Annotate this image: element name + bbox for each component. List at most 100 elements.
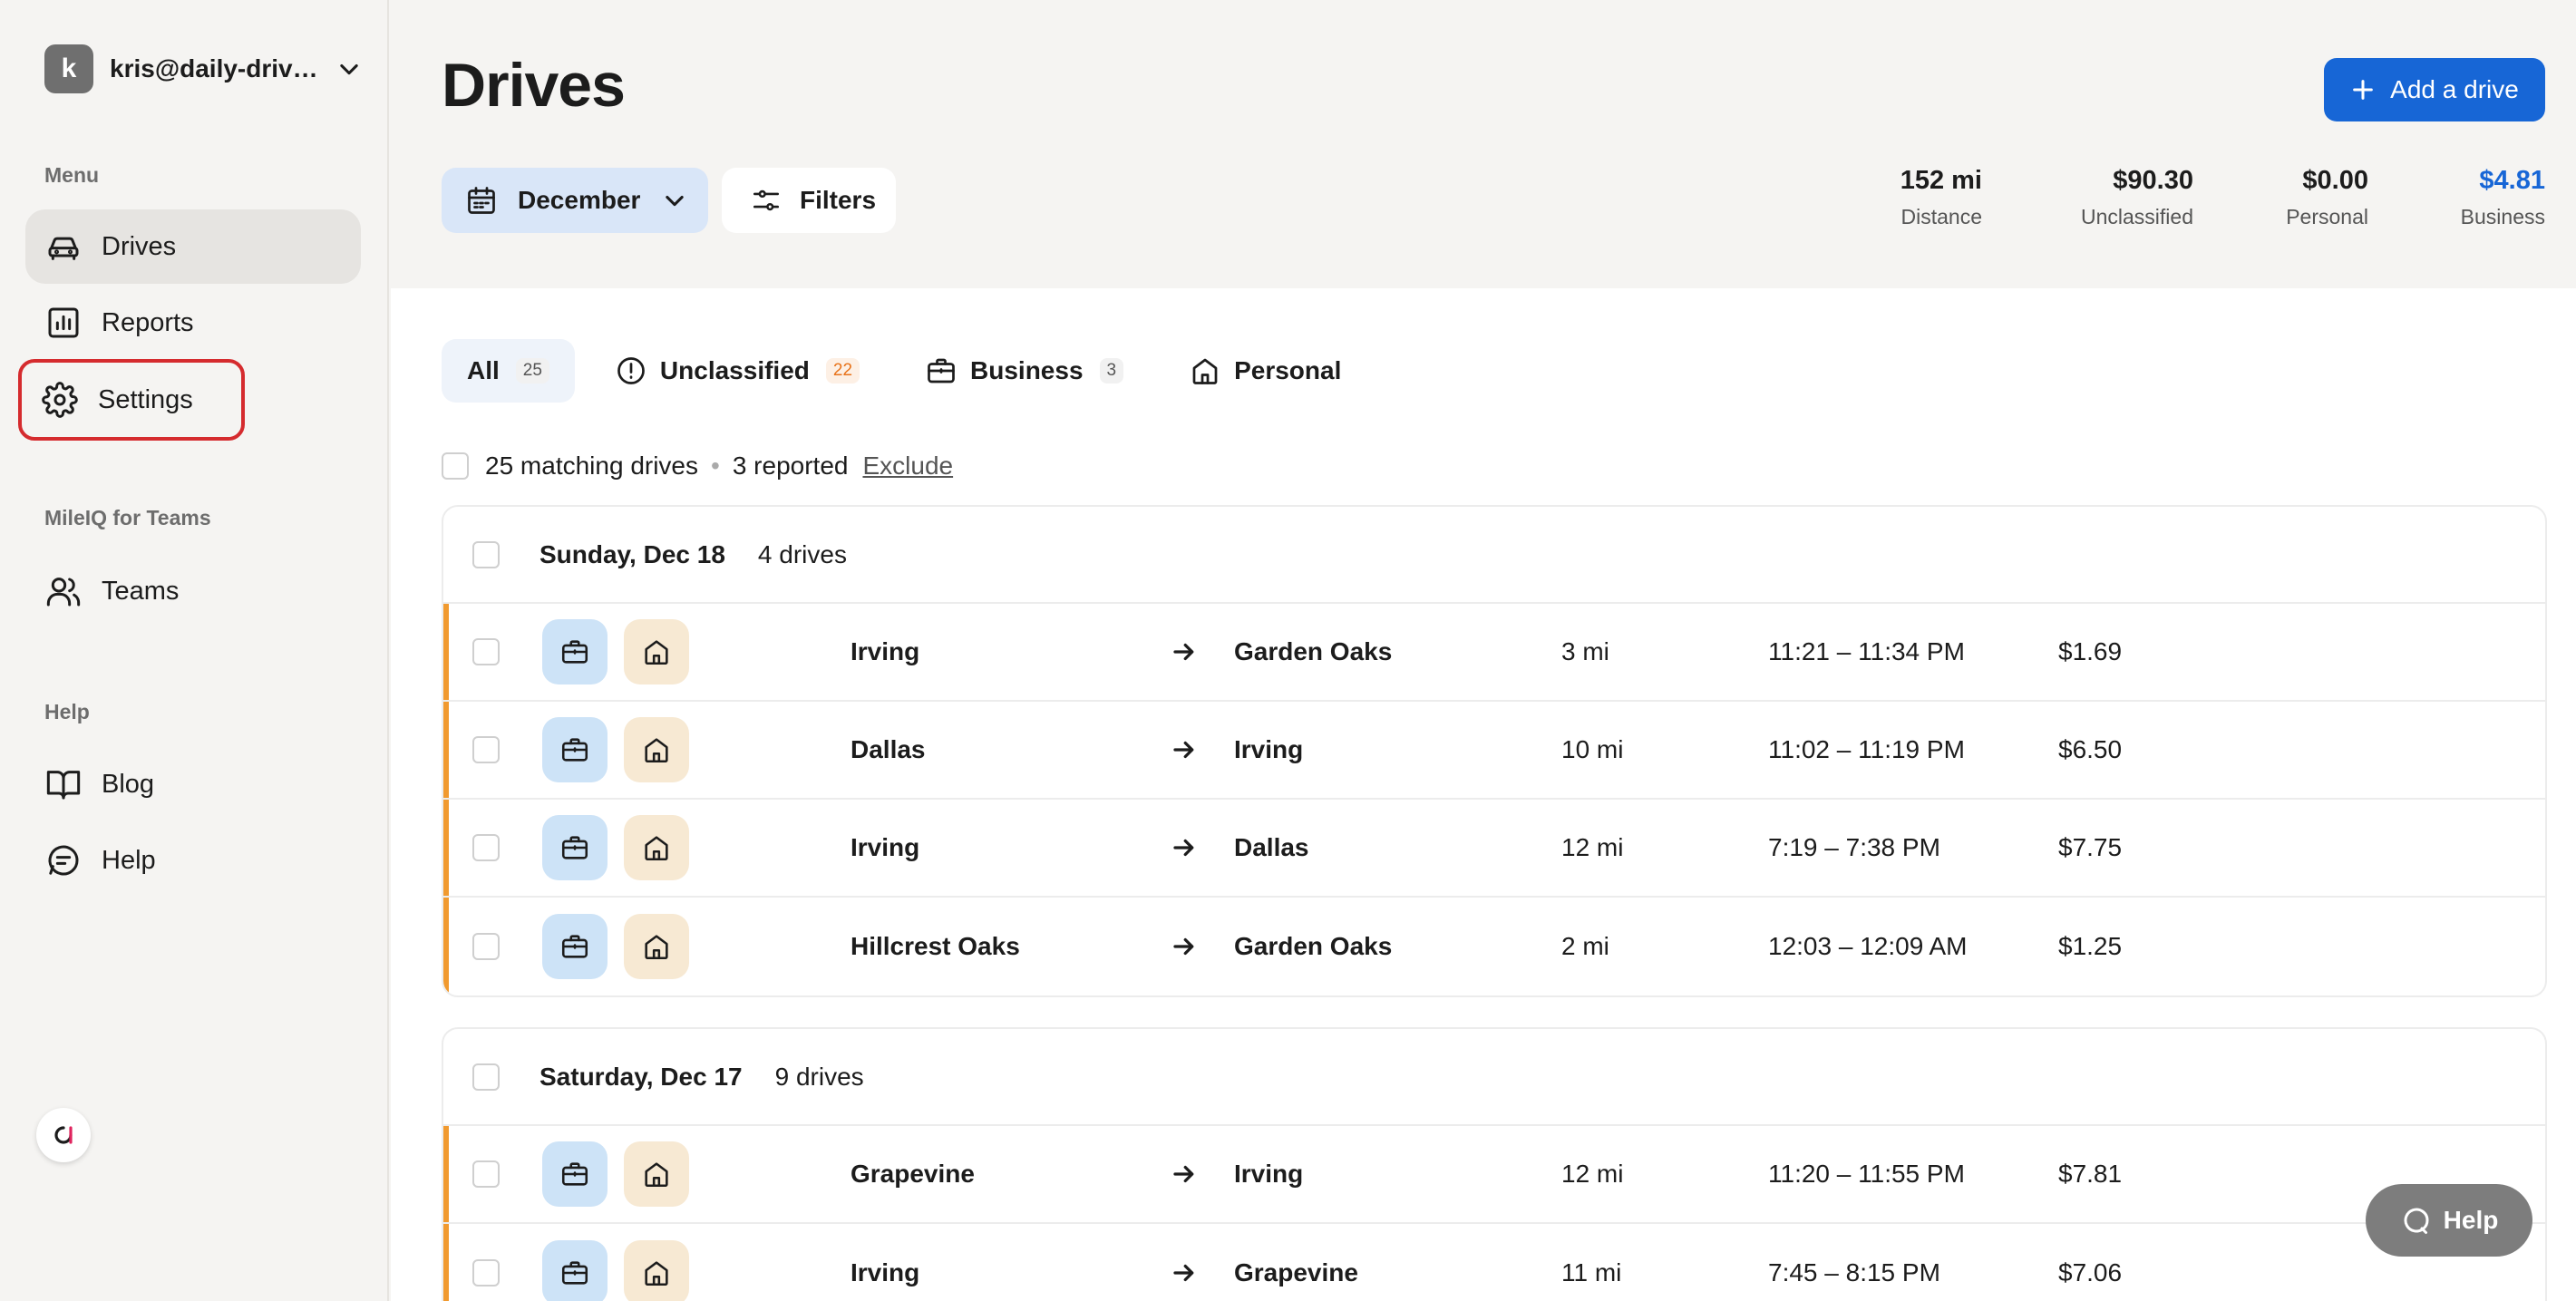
- day-group: Sunday, Dec 18 4 drives Irving Garden Oa…: [442, 505, 2547, 997]
- drive-checkbox[interactable]: [472, 834, 500, 861]
- add-drive-label: Add a drive: [2390, 75, 2519, 103]
- calendar-icon: [468, 187, 495, 214]
- tab-label: All: [467, 356, 500, 384]
- classify-business-button[interactable]: [542, 1141, 608, 1207]
- reported-count: 3 reported: [732, 451, 849, 480]
- drive-checkbox[interactable]: [472, 736, 500, 763]
- classify-business-button[interactable]: [542, 815, 608, 880]
- drive-row[interactable]: Irving Dallas 12 mi 7:19 – 7:38 PM $7.75: [443, 800, 2545, 898]
- sidebar-item-label: Blog: [102, 769, 155, 799]
- drive-to: Grapevine: [1234, 1258, 1358, 1286]
- drive-amount: $7.06: [2058, 1258, 2123, 1286]
- classify-personal-button[interactable]: [624, 1141, 689, 1207]
- drive-amount: $1.69: [2058, 637, 2123, 665]
- drive-distance: 10 mi: [1561, 735, 1624, 763]
- drive-distance: 12 mi: [1561, 1160, 1624, 1188]
- classify-business-button[interactable]: [542, 717, 608, 782]
- selection-bar: 25 matching drives • 3 reported Exclude: [442, 451, 953, 481]
- drive-row[interactable]: Hillcrest Oaks Garden Oaks 2 mi 12:03 – …: [443, 898, 2545, 995]
- drive-checkbox[interactable]: [472, 1160, 500, 1188]
- stat-value: 152 mi: [1900, 166, 1982, 195]
- drive-checkbox[interactable]: [472, 1259, 500, 1286]
- chat-icon: [48, 845, 79, 876]
- drive-distance: 11 mi: [1561, 1258, 1622, 1286]
- sidebar-item-label: Settings: [98, 384, 193, 414]
- group-date: Saturday, Dec 17: [540, 1062, 743, 1091]
- stat-value: $90.30: [2113, 166, 2193, 195]
- drive-row[interactable]: Irving Grapevine 11 mi 7:45 – 8:15 PM $7…: [443, 1224, 2545, 1301]
- account-switcher[interactable]: k kris@daily-drive...: [44, 44, 362, 93]
- classify-personal-button[interactable]: [624, 815, 689, 880]
- book-icon: [46, 771, 81, 800]
- tab-business[interactable]: Business 3: [899, 339, 1149, 403]
- sidebar-item-reports[interactable]: Reports: [25, 286, 361, 360]
- drive-row[interactable]: Dallas Irving 10 mi 11:02 – 11:19 PM $6.…: [443, 702, 2545, 800]
- stat-business: $4.81 Business: [2461, 166, 2545, 229]
- drive-from: Irving: [851, 833, 920, 861]
- month-picker[interactable]: December: [442, 168, 708, 233]
- drive-row[interactable]: Grapevine Irving 12 mi 11:20 – 11:55 PM …: [443, 1126, 2545, 1224]
- drive-row[interactable]: Irving Garden Oaks 3 mi 11:21 – 11:34 PM…: [443, 604, 2545, 702]
- drive-distance: 2 mi: [1561, 932, 1609, 960]
- alert-circle-icon: [617, 357, 645, 384]
- classify-business-button[interactable]: [542, 1240, 608, 1301]
- select-all-checkbox[interactable]: [442, 452, 469, 480]
- car-icon: [48, 237, 79, 260]
- tab-unclassified[interactable]: Unclassified 22: [589, 339, 885, 403]
- home-icon: [645, 738, 668, 763]
- separator-dot: •: [711, 451, 720, 480]
- stat-label: Personal: [2286, 205, 2368, 228]
- stat-value: $4.81: [2479, 166, 2545, 195]
- tab-label: Business: [970, 356, 1084, 384]
- page-title: Drives: [442, 51, 626, 120]
- classify-business-button[interactable]: [542, 619, 608, 684]
- briefcase-icon: [928, 358, 955, 384]
- drive-amount: $1.25: [2058, 932, 2123, 960]
- group-checkbox[interactable]: [472, 540, 500, 568]
- stat-distance: 152 mi Distance: [1900, 166, 1982, 229]
- home-icon: [645, 836, 668, 861]
- tab-personal[interactable]: Personal: [1163, 339, 1366, 403]
- classify-personal-button[interactable]: [624, 717, 689, 782]
- drive-time: 7:45 – 8:15 PM: [1768, 1258, 1940, 1286]
- drives-panel: All 25 Unclassified 22 Business 3 Person…: [391, 288, 2576, 1301]
- tab-count: 3: [1099, 358, 1124, 384]
- drive-time: 11:02 – 11:19 PM: [1768, 735, 1965, 763]
- drive-to: Dallas: [1234, 833, 1309, 861]
- sidebar-item-settings[interactable]: Settings: [18, 359, 245, 441]
- briefcase-icon: [561, 1162, 588, 1186]
- sidebar: k kris@daily-drive... Menu Drives Report…: [0, 0, 389, 1301]
- help-heading: Help: [44, 700, 90, 723]
- drive-checkbox[interactable]: [472, 933, 500, 960]
- assistant-logo-icon: [54, 1126, 73, 1144]
- help-chat-button[interactable]: Help: [2366, 1184, 2532, 1257]
- day-group-header: Saturday, Dec 17 9 drives: [443, 1029, 2545, 1126]
- group-checkbox[interactable]: [472, 1063, 500, 1091]
- sidebar-item-teams[interactable]: Teams: [25, 554, 361, 628]
- avatar: k: [44, 44, 93, 93]
- classify-personal-button[interactable]: [624, 1240, 689, 1301]
- assistant-launcher[interactable]: [36, 1108, 91, 1162]
- classify-business-button[interactable]: [542, 914, 608, 979]
- exclude-link[interactable]: Exclude: [862, 451, 953, 481]
- tab-all[interactable]: All 25: [442, 339, 575, 403]
- tab-label: Personal: [1234, 356, 1342, 384]
- month-label: December: [518, 186, 641, 214]
- filters-button[interactable]: Filters: [722, 168, 896, 233]
- drive-checkbox[interactable]: [472, 638, 500, 665]
- sidebar-item-blog[interactable]: Blog: [25, 747, 361, 821]
- drive-distance: 12 mi: [1561, 833, 1624, 861]
- classification-tabs: All 25 Unclassified 22 Business 3 Person…: [442, 339, 1381, 403]
- classify-personal-button[interactable]: [624, 914, 689, 979]
- tab-label: Unclassified: [659, 356, 810, 384]
- home-icon: [1192, 358, 1218, 384]
- people-icon: [46, 578, 81, 607]
- add-drive-button[interactable]: Add a drive: [2324, 58, 2545, 121]
- sidebar-item-label: Drives: [102, 231, 177, 261]
- sidebar-item-drives[interactable]: Drives: [25, 209, 361, 284]
- stat-label: Distance: [1900, 205, 1982, 228]
- classify-personal-button[interactable]: [624, 619, 689, 684]
- group-count: 4 drives: [757, 539, 847, 568]
- sidebar-item-help[interactable]: Help: [25, 823, 361, 898]
- drive-to: Irving: [1234, 1160, 1304, 1188]
